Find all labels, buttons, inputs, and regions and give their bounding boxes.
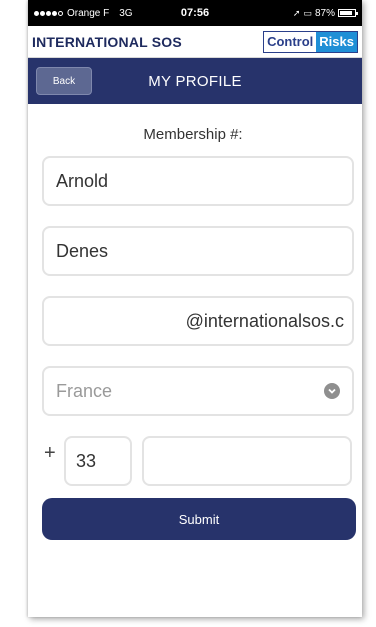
control-risks-logo-part2: Risks xyxy=(316,31,357,52)
bluetooth-icon: ▭ xyxy=(303,7,312,18)
phone-frame: Orange F 3G 07:56 ➚ ▭ 87% INTERNATIONAL … xyxy=(28,0,362,617)
nav-bar: Back MY PROFILE xyxy=(28,58,362,104)
country-code-value: 33 xyxy=(76,450,97,471)
battery-icon xyxy=(338,9,358,17)
page-title: MY PROFILE xyxy=(148,72,242,90)
phone-number-field[interactable] xyxy=(142,436,352,486)
email-field[interactable]: @internationalsos.c xyxy=(42,296,354,346)
battery-label: 87% xyxy=(314,7,335,19)
control-risks-logo-part1: Control xyxy=(264,31,317,52)
first-name-value: Arnold xyxy=(56,170,109,191)
last-name-field[interactable]: Denes xyxy=(42,226,354,276)
status-bar: Orange F 3G 07:56 ➚ ▭ 87% xyxy=(28,0,362,26)
chevron-down-icon xyxy=(324,383,340,399)
carrier-label: Orange F xyxy=(67,7,110,19)
submit-button[interactable]: Submit xyxy=(42,498,356,540)
brand-bar: INTERNATIONAL SOS Control Risks xyxy=(28,26,362,58)
location-arrow-icon: ➚ xyxy=(292,7,301,18)
country-code-field[interactable]: 33 xyxy=(64,436,132,486)
back-button[interactable]: Back xyxy=(36,67,92,95)
country-value: France xyxy=(56,380,113,401)
membership-label: Membership #: xyxy=(143,126,243,143)
email-value: @internationalsos.c xyxy=(185,310,344,331)
control-risks-logo: Control Risks xyxy=(263,30,358,53)
status-right: ➚ ▭ 87% xyxy=(292,7,358,19)
last-name-value: Denes xyxy=(56,240,109,261)
first-name-field[interactable]: Arnold xyxy=(42,156,354,206)
international-sos-logo: INTERNATIONAL SOS xyxy=(32,33,182,50)
status-time: 07:56 xyxy=(180,7,210,19)
signal-icon xyxy=(34,10,63,16)
network-label: 3G xyxy=(119,7,133,19)
country-select[interactable]: France xyxy=(42,366,354,416)
status-left: Orange F 3G xyxy=(34,8,133,19)
phone-prefix-label: + xyxy=(44,442,56,464)
